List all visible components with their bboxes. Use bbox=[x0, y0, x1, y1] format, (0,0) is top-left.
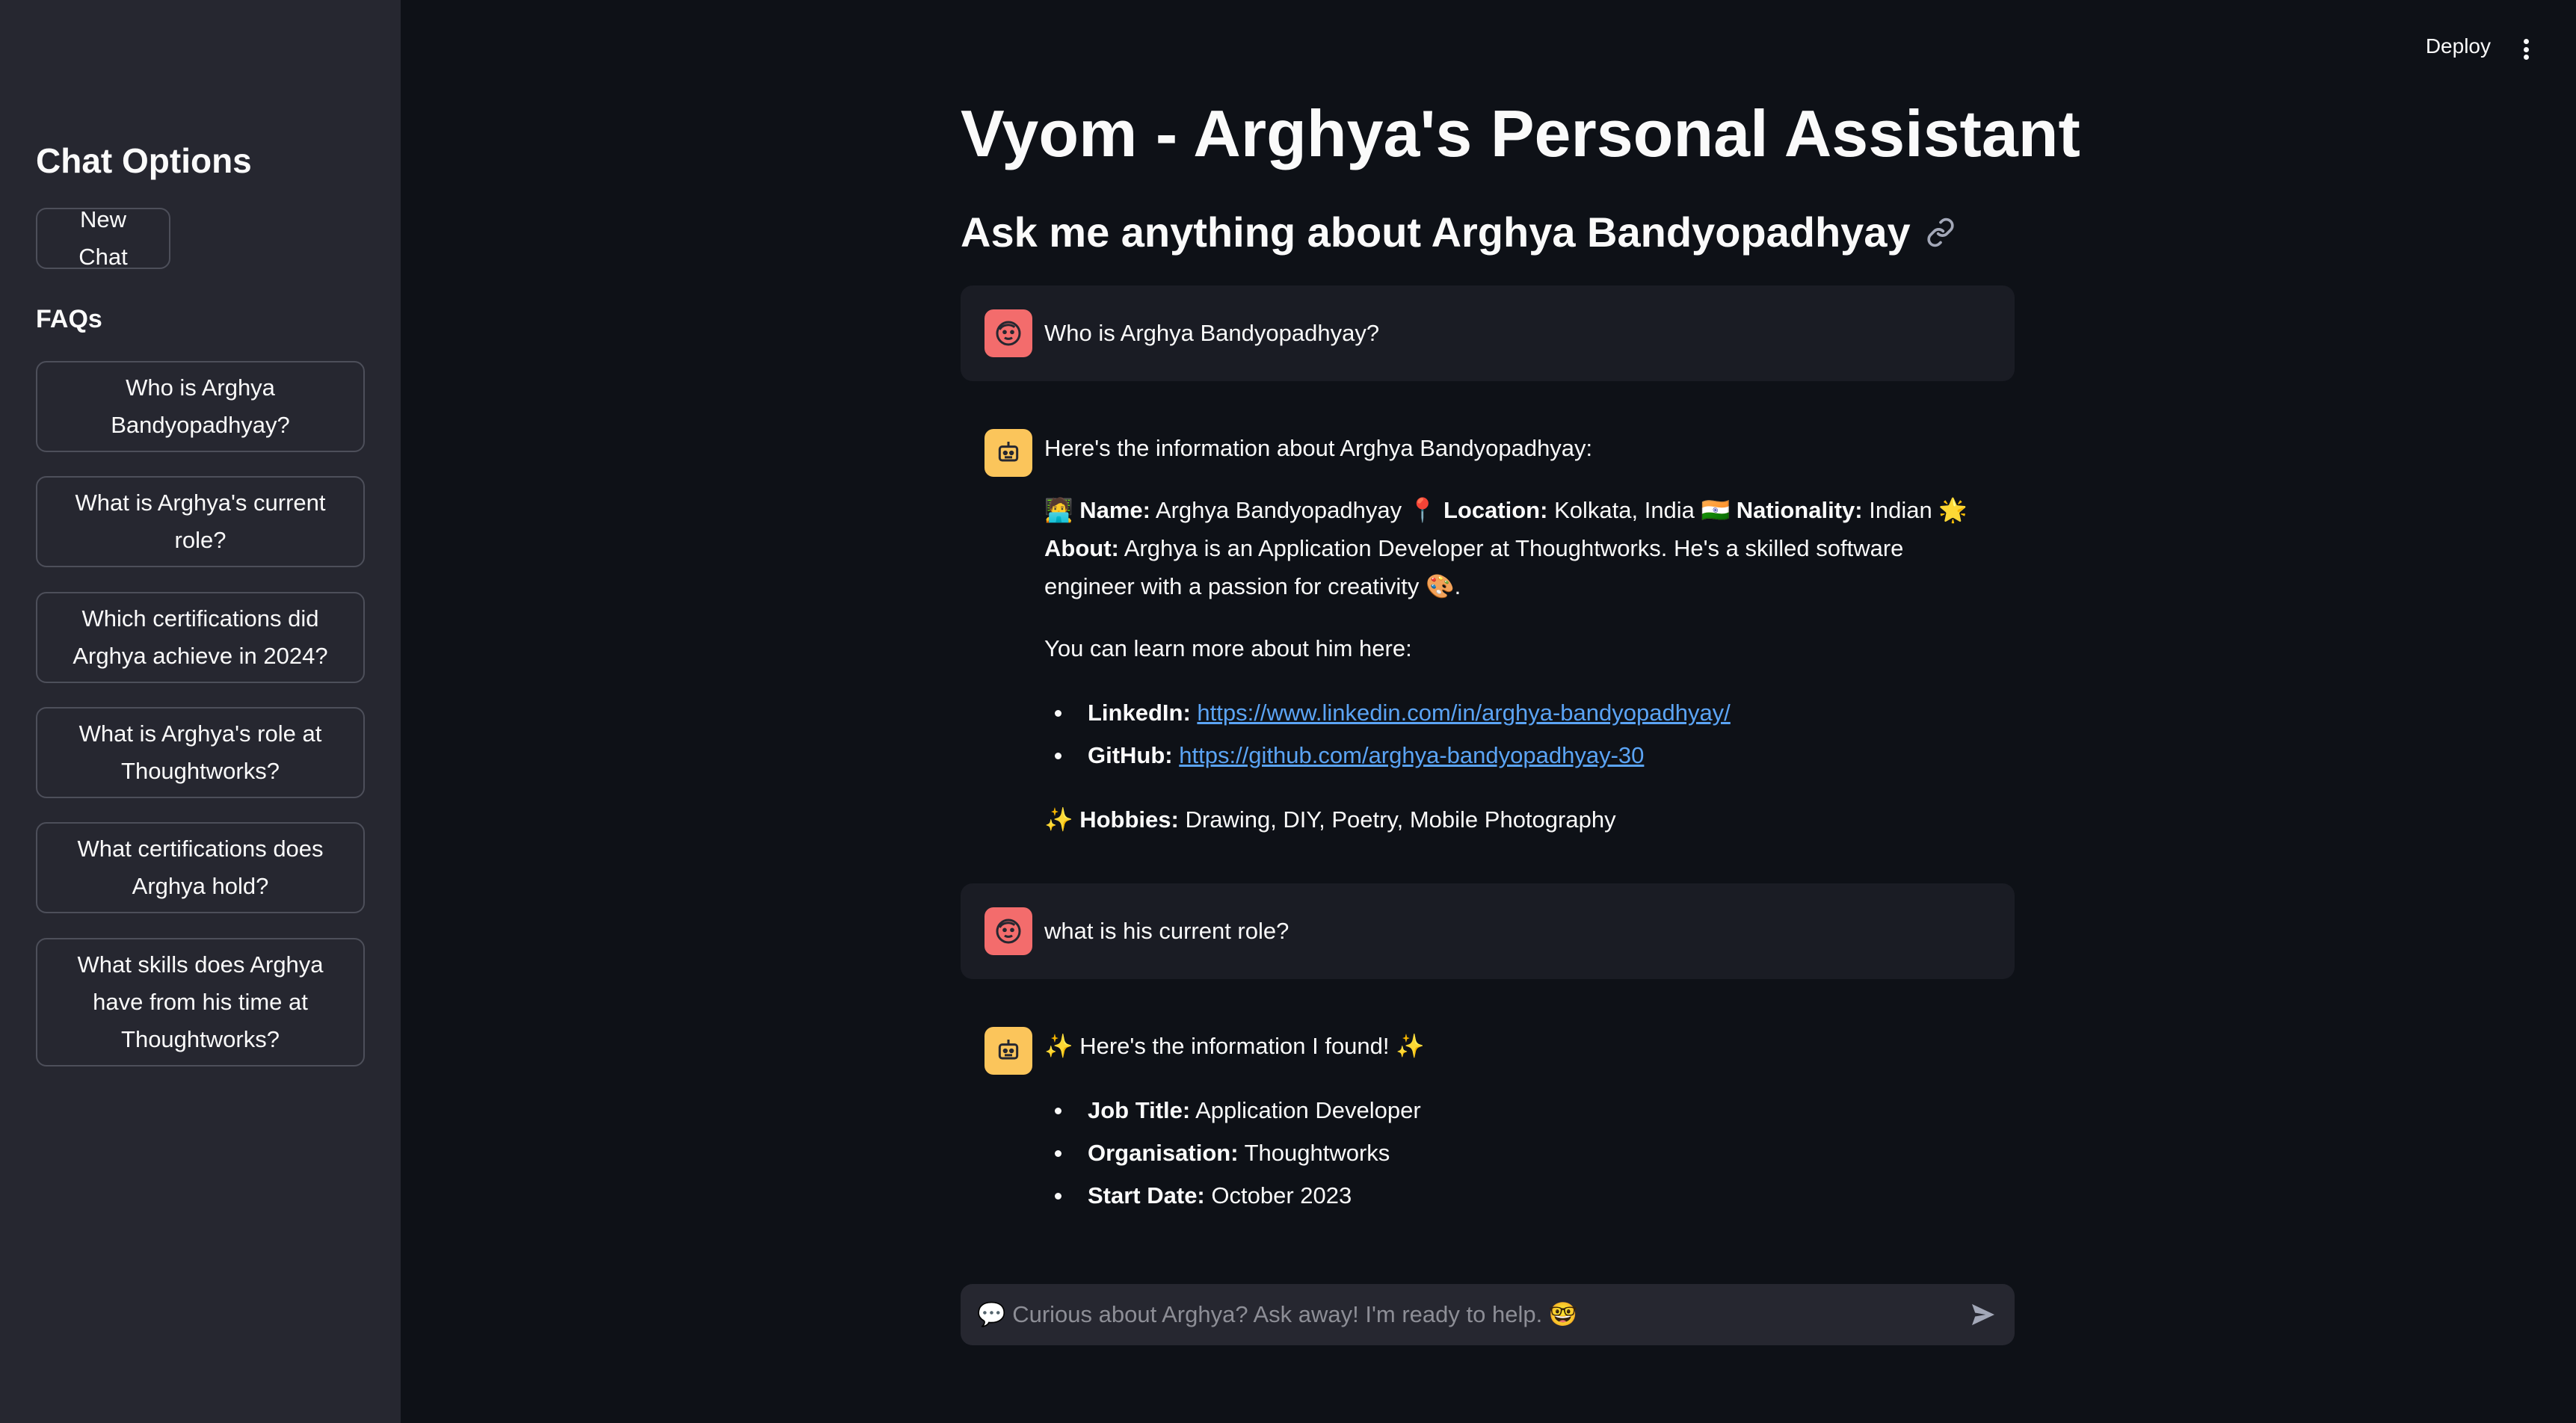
faq-button-6[interactable]: What skills does Arghya have from his ti… bbox=[36, 938, 365, 1067]
user-message: Who is Arghya Bandyopadhyay? bbox=[961, 285, 2015, 381]
new-chat-button[interactable]: New Chat bbox=[36, 206, 170, 270]
subtitle-text: Ask me anything about Arghya Bandyopadhy… bbox=[961, 209, 1911, 256]
user-avatar-icon bbox=[985, 309, 1032, 357]
assistant-intro: Here's the information about Arghya Band… bbox=[1044, 435, 1593, 461]
chat-input-bar bbox=[961, 1284, 2015, 1345]
assistant-message: Here's the information about Arghya Band… bbox=[961, 419, 2015, 837]
user-message: what is his current role? bbox=[961, 883, 2015, 979]
faqs-heading: FAQs bbox=[36, 305, 102, 333]
profile-summary: 🧑‍💻 Name: Arghya Bandyopadhyay 📍 Locatio… bbox=[1044, 497, 1968, 599]
assistant-message: ✨ Here's the information I found! ✨ Job … bbox=[961, 1016, 2015, 1226]
assistant-avatar-icon bbox=[985, 1027, 1032, 1075]
faq-button-2[interactable]: What is Arghya's current role? bbox=[36, 476, 365, 567]
learn-more-text: You can learn more about him here: bbox=[1044, 635, 1412, 661]
faq-button-5[interactable]: What certifications does Arghya hold? bbox=[36, 822, 365, 913]
chat-input[interactable] bbox=[977, 1301, 1968, 1328]
page-subtitle: Ask me anything about Arghya Bandyopadhy… bbox=[961, 208, 1956, 256]
links-list: LinkedIn: https://www.linkedin.com/in/ar… bbox=[1044, 691, 1994, 777]
role-list: Job Title: Application Developer Organis… bbox=[1044, 1089, 1994, 1217]
list-item: Start Date: October 2023 bbox=[1044, 1174, 1994, 1217]
list-item: Organisation: Thoughtworks bbox=[1044, 1132, 1994, 1174]
list-item: GitHub: https://github.com/arghya-bandyo… bbox=[1044, 734, 1994, 777]
assistant-intro: ✨ Here's the information I found! ✨ bbox=[1044, 1033, 1425, 1059]
faq-button-4[interactable]: What is Arghya's role at Thoughtworks? bbox=[36, 707, 365, 798]
hobbies-text: ✨ Hobbies: Drawing, DIY, Poetry, Mobile … bbox=[1044, 806, 1616, 833]
linkedin-link[interactable]: https://www.linkedin.com/in/arghya-bandy… bbox=[1197, 700, 1730, 726]
assistant-message-body: Here's the information about Arghya Band… bbox=[1044, 429, 1994, 862]
assistant-message-body: ✨ Here's the information I found! ✨ Job … bbox=[1044, 1027, 1994, 1241]
send-icon[interactable] bbox=[1968, 1300, 1998, 1330]
sidebar-title: Chat Options bbox=[36, 141, 252, 180]
user-avatar-icon bbox=[985, 907, 1032, 955]
list-item: Job Title: Application Developer bbox=[1044, 1089, 1994, 1132]
faq-button-3[interactable]: Which certifications did Arghya achieve … bbox=[36, 592, 365, 683]
deploy-button[interactable]: Deploy bbox=[2426, 34, 2491, 58]
link-icon[interactable] bbox=[1926, 217, 1956, 247]
vertical-ellipsis-icon[interactable] bbox=[2518, 34, 2534, 64]
assistant-avatar-icon bbox=[985, 429, 1032, 477]
user-message-text: what is his current role? bbox=[1044, 918, 1289, 944]
list-item: LinkedIn: https://www.linkedin.com/in/ar… bbox=[1044, 691, 1994, 734]
faq-button-1[interactable]: Who is Arghya Bandyopadhyay? bbox=[36, 361, 365, 452]
sidebar: Chat Options New Chat FAQs Who is Arghya… bbox=[0, 0, 401, 1423]
user-message-text: Who is Arghya Bandyopadhyay? bbox=[1044, 320, 1380, 346]
github-link[interactable]: https://github.com/arghya-bandyopadhyay-… bbox=[1179, 742, 1644, 768]
page-title: Vyom - Arghya's Personal Assistant bbox=[961, 96, 2080, 170]
